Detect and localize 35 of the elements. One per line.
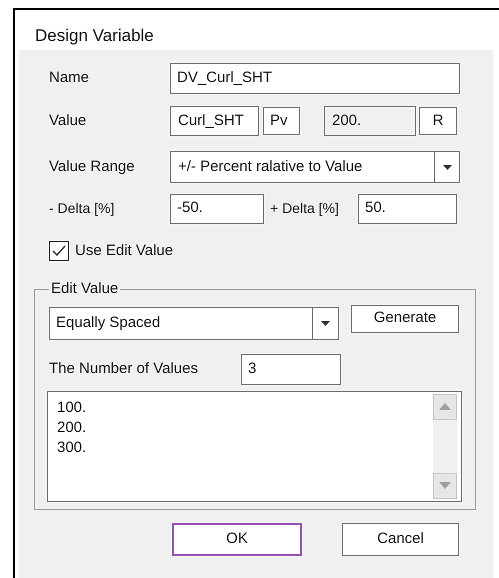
- down-arrow-icon: [439, 482, 451, 489]
- refresh-button[interactable]: R: [419, 107, 457, 135]
- window-title: Design Variable: [35, 26, 154, 45]
- field-label: - Delta [%]: [49, 199, 116, 218]
- check-icon: [52, 245, 66, 257]
- field-label: Value: [49, 110, 88, 131]
- parameter-button[interactable]: Pv: [263, 107, 300, 135]
- dialog-button[interactable]: Cancel: [342, 523, 459, 556]
- value-range-dropdown[interactable]: +/- Percent ralative to Value: [170, 151, 460, 183]
- generate-button[interactable]: Generate: [351, 304, 459, 332]
- up-arrow-icon: [439, 403, 451, 410]
- list-value: 200.: [57, 418, 88, 438]
- count-field[interactable]: 3: [241, 354, 341, 384]
- field-label: Name: [49, 68, 90, 88]
- values-list[interactable]: 100. 200. 300.: [47, 390, 462, 502]
- checkbox-label: Use Edit Value: [75, 240, 174, 261]
- method-dropdown[interactable]: Equally Spaced: [49, 306, 339, 340]
- field-label: + Delta [%]: [270, 199, 340, 218]
- result-field: 200.: [324, 106, 416, 136]
- scroll-down-button[interactable]: [433, 472, 457, 498]
- plus-delta-field[interactable]: 50.: [358, 194, 457, 224]
- use-edit-value-checkbox[interactable]: [49, 241, 69, 261]
- scroll-up-button[interactable]: [433, 394, 457, 420]
- expression-field[interactable]: Curl_SHT: [170, 106, 259, 136]
- minus-delta-field[interactable]: -50.: [170, 194, 264, 224]
- dropdown-arrow-icon: [442, 164, 452, 170]
- name-field[interactable]: DV_Curl_SHT: [170, 63, 460, 94]
- group-title: Edit Value: [50, 279, 120, 299]
- field-label: Value Range: [49, 156, 136, 177]
- dropdown-arrow-icon: [321, 320, 330, 326]
- list-value: 100.: [57, 398, 88, 418]
- list-value: 300.: [57, 438, 88, 458]
- dialog-button[interactable]: OK: [172, 523, 302, 556]
- scrollbar[interactable]: [433, 394, 457, 498]
- field-label: The Number of Values: [49, 358, 199, 379]
